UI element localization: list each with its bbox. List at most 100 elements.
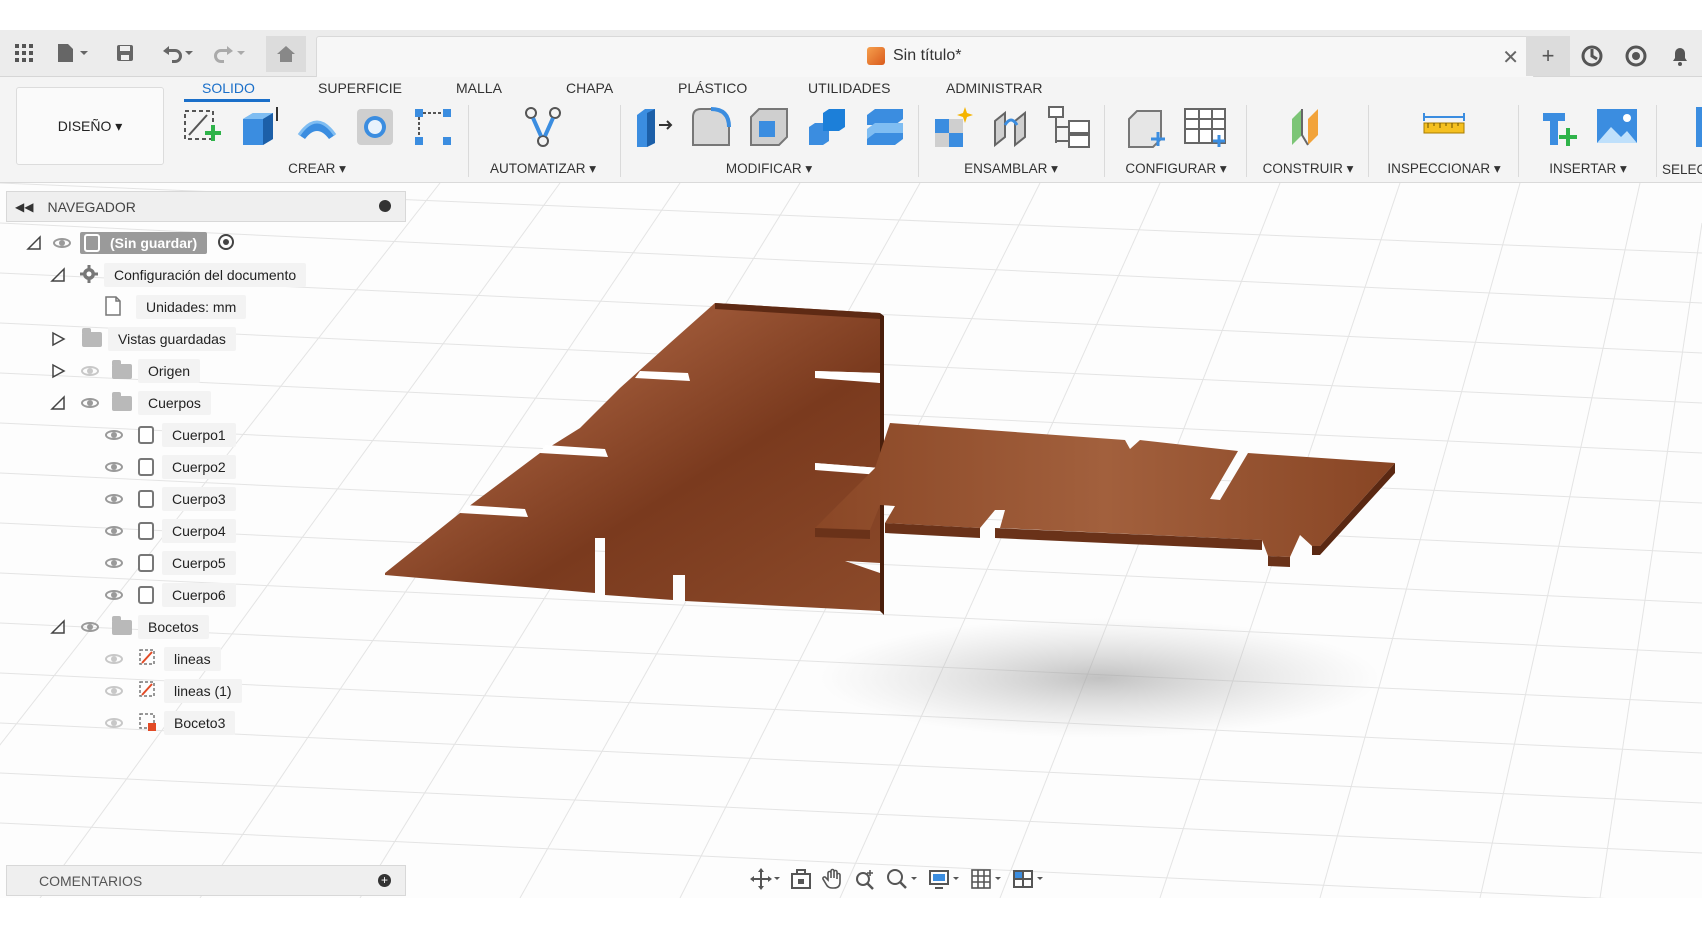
group-label-configurar[interactable]: CONFIGURAR ▾ bbox=[1114, 161, 1238, 177]
apps-grid-icon[interactable] bbox=[10, 38, 38, 68]
revolve-icon[interactable] bbox=[295, 105, 339, 149]
hidden-eye-icon[interactable] bbox=[104, 684, 126, 698]
joint-icon[interactable] bbox=[989, 105, 1033, 149]
workspace-switcher[interactable]: DISEÑO ▾ bbox=[16, 87, 164, 165]
tree-origin[interactable]: Origen bbox=[50, 357, 201, 385]
tab-superficie[interactable]: SUPERFICIE bbox=[318, 80, 402, 96]
tree-body[interactable]: Cuerpo1 bbox=[104, 421, 236, 449]
visibility-eye-icon[interactable] bbox=[104, 588, 126, 602]
orbit-move-icon[interactable] bbox=[750, 867, 780, 895]
visibility-eye-icon[interactable] bbox=[80, 396, 102, 410]
minimize-icon[interactable] bbox=[379, 200, 391, 212]
tree-root[interactable]: (Sin guardar) bbox=[26, 229, 235, 257]
tree-bodies-folder[interactable]: Cuerpos bbox=[50, 389, 211, 417]
group-label-crear[interactable]: CREAR ▾ bbox=[176, 161, 458, 177]
tree-doc-settings[interactable]: Configuración del documento bbox=[50, 261, 307, 289]
group-label-ensamblar[interactable]: ENSAMBLAR ▾ bbox=[928, 161, 1094, 177]
zoom-icon[interactable] bbox=[854, 868, 876, 895]
configuration-table-icon[interactable] bbox=[1183, 105, 1227, 149]
extrude-icon[interactable] bbox=[237, 105, 281, 149]
tree-body[interactable]: Cuerpo2 bbox=[104, 453, 236, 481]
tree-saved-views[interactable]: Vistas guardadas bbox=[50, 325, 236, 353]
home-icon[interactable] bbox=[266, 36, 306, 72]
grid-settings-icon[interactable] bbox=[970, 868, 1002, 895]
tab-administrar[interactable]: ADMINISTRAR bbox=[946, 80, 1042, 96]
pan-hand-icon[interactable] bbox=[822, 868, 844, 895]
tree-body[interactable]: Cuerpo6 bbox=[104, 581, 236, 609]
automate-icon[interactable] bbox=[521, 105, 565, 149]
insert-derive-icon[interactable] bbox=[1537, 105, 1581, 149]
select-icon[interactable] bbox=[1696, 105, 1702, 149]
new-component-icon[interactable] bbox=[931, 105, 975, 149]
tab-malla[interactable]: MALLA bbox=[456, 80, 502, 96]
tab-chapa[interactable]: CHAPA bbox=[566, 80, 613, 96]
tree-sketch[interactable]: lineas bbox=[104, 645, 221, 673]
tab-plastico[interactable]: PLÁSTICO bbox=[678, 80, 747, 96]
viewports-icon[interactable] bbox=[1012, 868, 1044, 895]
tree-body[interactable]: Cuerpo3 bbox=[104, 485, 236, 513]
visibility-eye-icon[interactable] bbox=[104, 524, 126, 538]
activate-radio-icon[interactable] bbox=[217, 233, 235, 254]
expanded-triangle-icon[interactable] bbox=[26, 235, 42, 251]
shell-icon[interactable] bbox=[747, 105, 791, 149]
save-icon[interactable] bbox=[112, 38, 138, 68]
add-comment-icon[interactable]: + bbox=[378, 874, 391, 887]
pattern-icon[interactable] bbox=[411, 105, 455, 149]
job-status-icon[interactable] bbox=[1614, 36, 1658, 76]
assembly-tree-icon[interactable] bbox=[1047, 105, 1091, 149]
wood-panel-triangle[interactable] bbox=[385, 303, 884, 615]
collapsed-triangle-icon[interactable] bbox=[50, 363, 66, 379]
document-tab[interactable]: Sin título* ✕ bbox=[316, 36, 1534, 77]
expanded-triangle-icon[interactable] bbox=[50, 619, 66, 635]
look-at-icon[interactable] bbox=[790, 868, 812, 895]
tab-utilidades[interactable]: UTILIDADES bbox=[808, 80, 890, 96]
visibility-eye-icon[interactable] bbox=[104, 556, 126, 570]
collapse-browser-icon[interactable]: ◀◀ bbox=[15, 200, 33, 214]
tree-sketches-folder[interactable]: Bocetos bbox=[50, 613, 209, 641]
tree-body[interactable]: Cuerpo5 bbox=[104, 549, 236, 577]
hidden-eye-icon[interactable] bbox=[104, 716, 126, 730]
browser-header[interactable]: ◀◀ NAVEGADOR bbox=[6, 191, 406, 222]
file-menu-icon[interactable] bbox=[52, 38, 92, 68]
measure-icon[interactable] bbox=[1422, 105, 1466, 149]
root-component[interactable]: (Sin guardar) bbox=[80, 232, 208, 254]
visibility-eye-icon[interactable] bbox=[80, 620, 102, 634]
tree-sketch[interactable]: Boceto3 bbox=[104, 709, 236, 737]
design-canvas[interactable] bbox=[0, 183, 1702, 898]
visibility-eye-icon[interactable] bbox=[52, 236, 74, 250]
create-sketch-icon[interactable] bbox=[179, 105, 223, 149]
notifications-bell-icon[interactable] bbox=[1658, 36, 1702, 76]
press-pull-icon[interactable] bbox=[631, 105, 675, 149]
redo-icon[interactable] bbox=[208, 38, 248, 68]
group-label-automatizar[interactable]: AUTOMATIZAR ▾ bbox=[478, 161, 608, 177]
undo-icon[interactable] bbox=[156, 38, 196, 68]
new-tab-plus-icon[interactable]: + bbox=[1526, 36, 1570, 76]
group-label-insertar[interactable]: INSERTAR ▾ bbox=[1526, 161, 1650, 177]
combine-icon[interactable] bbox=[805, 105, 849, 149]
fillet-icon[interactable] bbox=[689, 105, 733, 149]
group-label-modificar[interactable]: MODIFICAR ▾ bbox=[628, 161, 910, 177]
tree-units[interactable]: Unidades: mm bbox=[104, 293, 247, 321]
extensions-icon[interactable] bbox=[1570, 36, 1614, 76]
visibility-eye-icon[interactable] bbox=[104, 428, 126, 442]
wood-panel-flat[interactable] bbox=[815, 423, 1395, 567]
expanded-triangle-icon[interactable] bbox=[50, 395, 66, 411]
insert-canvas-image-icon[interactable] bbox=[1595, 105, 1639, 149]
group-label-seleccionar[interactable]: SELEC bbox=[1662, 162, 1702, 177]
split-body-icon[interactable] bbox=[863, 105, 907, 149]
group-label-inspeccionar[interactable]: INSPECCIONAR ▾ bbox=[1376, 161, 1512, 177]
fit-zoom-icon[interactable] bbox=[886, 868, 918, 895]
offset-plane-icon[interactable] bbox=[1286, 105, 1330, 149]
collapsed-triangle-icon[interactable] bbox=[50, 331, 66, 347]
visibility-eye-icon[interactable] bbox=[104, 492, 126, 506]
configure-body-icon[interactable] bbox=[1125, 105, 1169, 149]
tab-solido[interactable]: SOLIDO bbox=[202, 80, 255, 96]
hole-icon[interactable] bbox=[353, 105, 397, 149]
hidden-eye-icon[interactable] bbox=[104, 652, 126, 666]
tree-body[interactable]: Cuerpo4 bbox=[104, 517, 236, 545]
group-label-construir[interactable]: CONSTRUIR ▾ bbox=[1254, 161, 1362, 177]
visibility-eye-icon[interactable] bbox=[104, 460, 126, 474]
tree-sketch[interactable]: lineas (1) bbox=[104, 677, 242, 705]
display-settings-icon[interactable] bbox=[928, 868, 960, 895]
expanded-triangle-icon[interactable] bbox=[50, 267, 66, 283]
